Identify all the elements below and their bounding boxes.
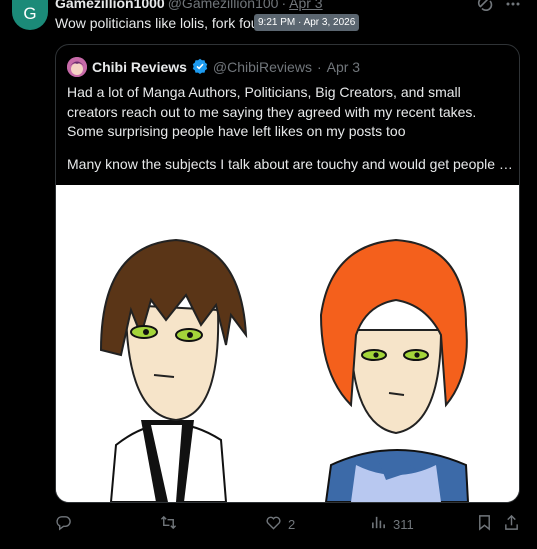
- quote-line: Some surprising people have left likes o…: [67, 123, 406, 139]
- quote-line: creators reach out to me saying they agr…: [67, 103, 477, 120]
- tweet-header: Gamezillion1000 @Gamezillion100 · Apr 3: [55, 0, 323, 11]
- view-count: 311: [393, 516, 414, 532]
- quote-separator: ·: [316, 59, 322, 75]
- quote-header: Chibi Reviews @ChibiReviews · Apr 3: [67, 57, 360, 77]
- views-chart-icon: [370, 514, 387, 534]
- more-options-icon[interactable]: [505, 0, 521, 17]
- bookmark-icon: [476, 514, 493, 534]
- bookmark-button[interactable]: [476, 514, 493, 534]
- share-button[interactable]: [503, 514, 520, 534]
- quote-date[interactable]: Apr 3: [327, 59, 360, 75]
- timestamp-tooltip: 9:21 PM · Apr 3, 2026: [254, 14, 360, 31]
- share-icon: [503, 514, 520, 534]
- tweet-text: Wow politicians like lolis, fork fou: [55, 15, 259, 31]
- quote-author-avatar[interactable]: [67, 57, 87, 77]
- header-separator: ·: [281, 0, 287, 11]
- right-character-illustration: [319, 238, 470, 502]
- quote-line-truncated: Many know the subjects I talk about are …: [67, 155, 513, 172]
- quoted-tweet[interactable]: Chibi Reviews @ChibiReviews · Apr 3 Had …: [55, 44, 520, 503]
- heart-icon: [265, 514, 282, 534]
- grok-icon[interactable]: [477, 0, 493, 17]
- avatar-letter: G: [23, 4, 37, 23]
- tweet-actions: 2 311: [55, 514, 525, 534]
- retweet-icon: [160, 514, 177, 534]
- quote-author-name[interactable]: Chibi Reviews: [92, 59, 187, 75]
- retweet-button[interactable]: [160, 514, 183, 534]
- verified-badge-icon: [192, 58, 208, 77]
- author-handle[interactable]: @Gamezillion100: [168, 0, 279, 11]
- like-button[interactable]: 2: [265, 514, 295, 534]
- quote-line: Had a lot of Manga Authors, Politicians,…: [67, 84, 461, 100]
- reply-button[interactable]: [55, 514, 78, 534]
- quote-author-handle[interactable]: @ChibiReviews: [213, 59, 312, 75]
- reply-icon: [55, 514, 72, 534]
- like-count: 2: [288, 516, 296, 532]
- quote-text: Had a lot of Manga Authors, Politicians,…: [67, 83, 513, 174]
- author-name[interactable]: Gamezillion1000: [55, 0, 165, 11]
- views-button[interactable]: 311: [370, 514, 414, 534]
- author-avatar[interactable]: G: [12, 0, 48, 30]
- tweet-top-icons: [477, 0, 521, 17]
- tweet-date-link[interactable]: Apr 3: [289, 0, 322, 11]
- quote-media-image[interactable]: [56, 185, 519, 502]
